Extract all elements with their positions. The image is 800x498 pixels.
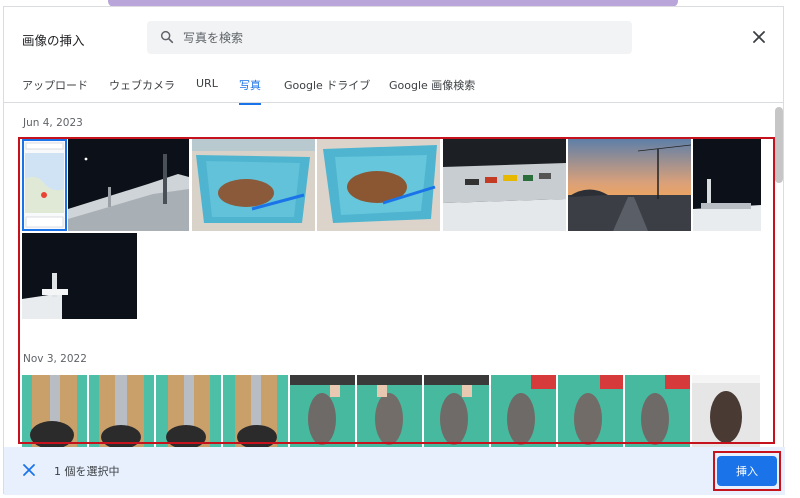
insert-image-dialog: 画像の挿入 アップロード ウェブカメラ URL 写真 Google ドライブ G… [3, 6, 785, 495]
night-deck-image [693, 139, 761, 231]
tab-google-image-search[interactable]: Google 画像検索 [389, 77, 475, 93]
tab-upload[interactable]: アップロード [22, 77, 88, 93]
photo-thumbnail[interactable] [22, 233, 137, 319]
search-box[interactable] [147, 21, 632, 54]
close-icon[interactable] [751, 29, 767, 45]
fish-held-image [558, 375, 623, 447]
photo-thumbnail[interactable] [192, 139, 315, 231]
sunset-road-image [568, 139, 691, 231]
photo-thumbnail[interactable] [558, 375, 623, 447]
photo-thumbnail[interactable] [156, 375, 221, 447]
fish-in-basket-image [192, 139, 315, 231]
fish-in-basket-image [317, 139, 440, 231]
fish-on-board-image [156, 375, 221, 447]
scrollbar[interactable] [775, 107, 783, 183]
insert-button[interactable]: 挿入 [717, 456, 777, 486]
fish-held-image [625, 375, 690, 447]
tab-webcam[interactable]: ウェブカメラ [109, 77, 175, 93]
photo-thumbnail[interactable] [290, 375, 355, 447]
fish-on-board-image [89, 375, 154, 447]
photo-thumbnail[interactable] [568, 139, 691, 231]
tab-google-drive[interactable]: Google ドライブ [284, 77, 370, 93]
fish-held-image [357, 375, 422, 447]
dialog-footer: 1 個を選択中 [4, 447, 785, 495]
night-deck-image [22, 233, 137, 319]
fish-held-image [491, 375, 556, 447]
photo-thumbnail[interactable] [68, 139, 189, 231]
photo-thumbnail[interactable] [625, 375, 690, 447]
dialog-header: 画像の挿入 [4, 7, 783, 65]
photo-thumbnail[interactable] [357, 375, 422, 447]
fish-held-image [290, 375, 355, 447]
fishing-lures-image [443, 139, 566, 231]
photo-thumbnail[interactable] [89, 375, 154, 447]
dialog-title: 画像の挿入 [22, 33, 85, 48]
fish-on-board-image [223, 375, 288, 447]
search-input[interactable] [183, 21, 623, 54]
photo-thumbnail[interactable] [491, 375, 556, 447]
photo-thumbnail[interactable] [223, 375, 288, 447]
section-date: Nov 3, 2022 [23, 353, 87, 365]
photo-thumbnail[interactable] [22, 139, 67, 231]
tab-bar: アップロード ウェブカメラ URL 写真 Google ドライブ Google … [4, 65, 783, 105]
selected-count-label: 1 個を選択中 [54, 465, 120, 478]
fish-held-image [424, 375, 489, 447]
section-date: Jun 4, 2023 [23, 117, 83, 129]
photo-thumbnail[interactable] [424, 375, 489, 447]
night-boat-image [68, 139, 189, 231]
photo-thumbnail[interactable] [317, 139, 440, 231]
search-icon [160, 30, 174, 44]
photo-thumbnail[interactable] [22, 375, 87, 447]
clear-selection-icon[interactable] [22, 463, 36, 477]
photo-thumbnail[interactable] [693, 139, 761, 231]
photo-thumbnail[interactable] [443, 139, 566, 231]
tab-url[interactable]: URL [196, 77, 218, 90]
photo-thumbnail[interactable] [692, 375, 760, 447]
map-screenshot-image [22, 139, 67, 231]
tab-photos[interactable]: 写真 [239, 77, 261, 105]
fish-standing-image [692, 375, 760, 447]
fish-on-board-image [22, 375, 87, 447]
